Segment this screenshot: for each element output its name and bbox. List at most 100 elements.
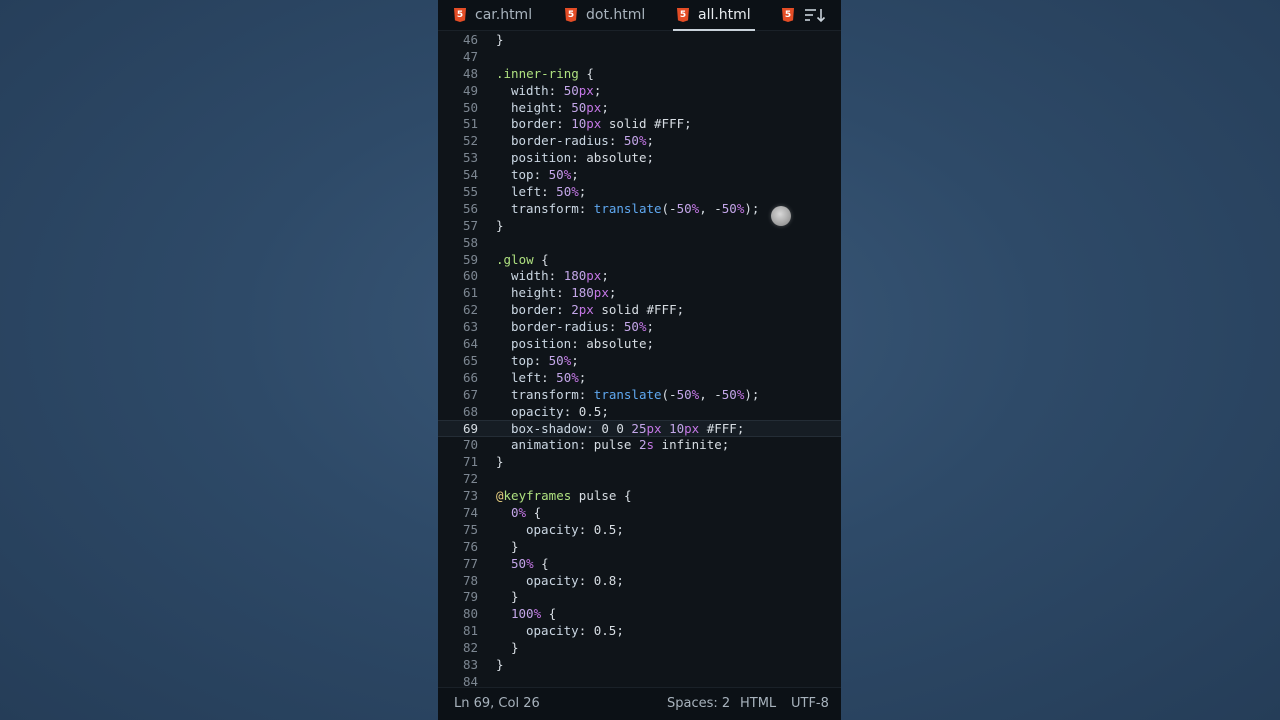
code-line[interactable]: 82} xyxy=(438,640,841,657)
code-line[interactable]: 70 animation: pulse 2s infinite; xyxy=(438,437,841,454)
code-token: : xyxy=(548,82,564,98)
code-line[interactable]: 67 transform: translate(-50%, -50%); xyxy=(438,387,841,404)
code-line[interactable]: 63 border-radius: 50%; xyxy=(438,319,841,336)
line-text: 100% { xyxy=(496,606,556,623)
html5-icon: 5 xyxy=(677,8,689,22)
line-text: transform: translate(-50%, -50%); xyxy=(496,201,759,218)
code-line[interactable]: 60 width: 180px; xyxy=(438,268,841,285)
line-text: } xyxy=(496,539,519,556)
code-token: .glow xyxy=(496,251,534,267)
code-line[interactable]: 53 position: absolute; xyxy=(438,150,841,167)
line-text: width: 50px; xyxy=(496,83,601,100)
code-line[interactable]: 68 opacity: 0.5; xyxy=(438,404,841,421)
code-line[interactable]: 62 border: 2px solid #FFF; xyxy=(438,302,841,319)
line-number: 79 xyxy=(462,589,478,605)
code-token: left xyxy=(511,184,542,200)
code-line[interactable]: 50 height: 50px; xyxy=(438,100,841,117)
tab-all-html[interactable]: 5 all.html xyxy=(673,0,755,31)
code-token: 50 xyxy=(556,184,572,200)
code-line[interactable]: 49 width: 50px; xyxy=(438,83,841,100)
code-token: width xyxy=(511,82,549,98)
line-number: 62 xyxy=(462,302,478,318)
line-number: 69 xyxy=(462,421,478,437)
line-number: 55 xyxy=(462,184,478,200)
line-number: 57 xyxy=(462,217,478,233)
code-line[interactable]: 78 opacity: 0.8; xyxy=(438,573,841,590)
code-editor[interactable]: 5 car.html 5 dot.html 5 all.html 5 46} 47… xyxy=(438,0,841,720)
code-line[interactable]: 65 top: 50%; xyxy=(438,353,841,370)
code-line[interactable]: 64 position: absolute; xyxy=(438,336,841,353)
code-line[interactable]: 77 50% { xyxy=(438,556,841,573)
code-token: px xyxy=(578,82,594,98)
code-token: % xyxy=(533,606,542,622)
tab-dot-html[interactable]: 5 dot.html xyxy=(565,0,645,30)
code-token: opacity xyxy=(526,521,579,537)
line-text: width: 180px; xyxy=(496,268,609,285)
code-line[interactable]: 54 top: 50%; xyxy=(438,167,841,184)
line-number: 76 xyxy=(462,538,478,554)
code-line[interactable]: 76} xyxy=(438,539,841,556)
status-bar: Ln 69, Col 26 Spaces: 2 HTML UTF-8 xyxy=(438,687,841,720)
code-line[interactable]: 73 @keyframes pulse { xyxy=(438,488,841,505)
code-token: s xyxy=(646,437,655,453)
code-token: px xyxy=(578,302,594,318)
code-token: 100 xyxy=(511,606,534,622)
code-line[interactable]: 83} xyxy=(438,657,841,674)
code-token: { xyxy=(541,606,557,622)
code-token: : 0.5; xyxy=(563,403,609,419)
line-text: 0% { xyxy=(496,505,541,522)
code-line[interactable]: 74 0% { xyxy=(438,505,841,522)
code-token: solid #FFF; xyxy=(601,116,692,132)
line-text: opacity: 0.8; xyxy=(496,573,624,590)
code-token: ; xyxy=(646,319,655,335)
file-encoding[interactable]: UTF-8 xyxy=(791,696,829,711)
code-area[interactable]: 46} 47 48 .inner-ring {49 width: 50px; 50 heig… xyxy=(438,32,841,691)
line-text: position: absolute; xyxy=(496,336,654,353)
code-token: height xyxy=(511,99,557,115)
code-token: ; xyxy=(608,285,617,301)
cursor-position[interactable]: Ln 69, Col 26 xyxy=(454,696,540,711)
line-number: 82 xyxy=(462,640,478,656)
code-line[interactable]: 58 xyxy=(438,235,841,252)
line-text: left: 50%; xyxy=(496,184,586,201)
line-number: 54 xyxy=(462,167,478,183)
line-number: 67 xyxy=(462,386,478,402)
line-number: 81 xyxy=(462,623,478,639)
sort-icon[interactable] xyxy=(804,7,826,23)
code-line[interactable]: 51 border: 10px solid #FFF; xyxy=(438,116,841,133)
line-number: 49 xyxy=(462,82,478,98)
line-number: 78 xyxy=(462,572,478,588)
code-token: px xyxy=(586,99,602,115)
code-line[interactable]: 52 border-radius: 50%; xyxy=(438,133,841,150)
code-token: : xyxy=(556,285,572,301)
code-line[interactable]: 79} xyxy=(438,589,841,606)
code-line[interactable]: 72 xyxy=(438,471,841,488)
code-line[interactable]: 59 .glow { xyxy=(438,252,841,269)
code-token: } xyxy=(496,454,504,470)
code-line[interactable]: 81 opacity: 0.5; xyxy=(438,623,841,640)
code-line[interactable]: 55 left: 50%; xyxy=(438,184,841,201)
language-mode[interactable]: HTML xyxy=(740,696,776,711)
code-token: animation xyxy=(511,437,579,453)
code-line[interactable]: 75 opacity: 0.5; xyxy=(438,522,841,539)
code-line[interactable]: 80 100% { xyxy=(438,606,841,623)
line-text: } xyxy=(496,32,504,49)
tab-car-html[interactable]: 5 car.html xyxy=(454,0,532,30)
code-line[interactable]: 46} xyxy=(438,32,841,49)
line-text: 50% { xyxy=(496,556,549,573)
code-token: 50 xyxy=(623,319,639,335)
code-token: % xyxy=(571,369,579,385)
code-line[interactable]: 47 xyxy=(438,49,841,66)
code-token: % xyxy=(526,555,534,571)
code-line[interactable]: 66 left: 50%; xyxy=(438,370,841,387)
tab-overflow-html[interactable]: 5 xyxy=(782,0,794,30)
indentation-setting[interactable]: Spaces: 2 xyxy=(667,696,730,711)
line-text: top: 50%; xyxy=(496,167,579,184)
code-token: px xyxy=(593,285,609,301)
code-token: keyframes xyxy=(503,488,572,504)
code-line[interactable]: 61 height: 180px; xyxy=(438,285,841,302)
code-line[interactable]: 71} xyxy=(438,454,841,471)
code-token: 25 xyxy=(631,421,647,437)
code-line-current[interactable]: 69 box-shadow: 0 0 25px 10px #FFF; xyxy=(438,420,841,438)
code-line[interactable]: 48 .inner-ring { xyxy=(438,66,841,83)
